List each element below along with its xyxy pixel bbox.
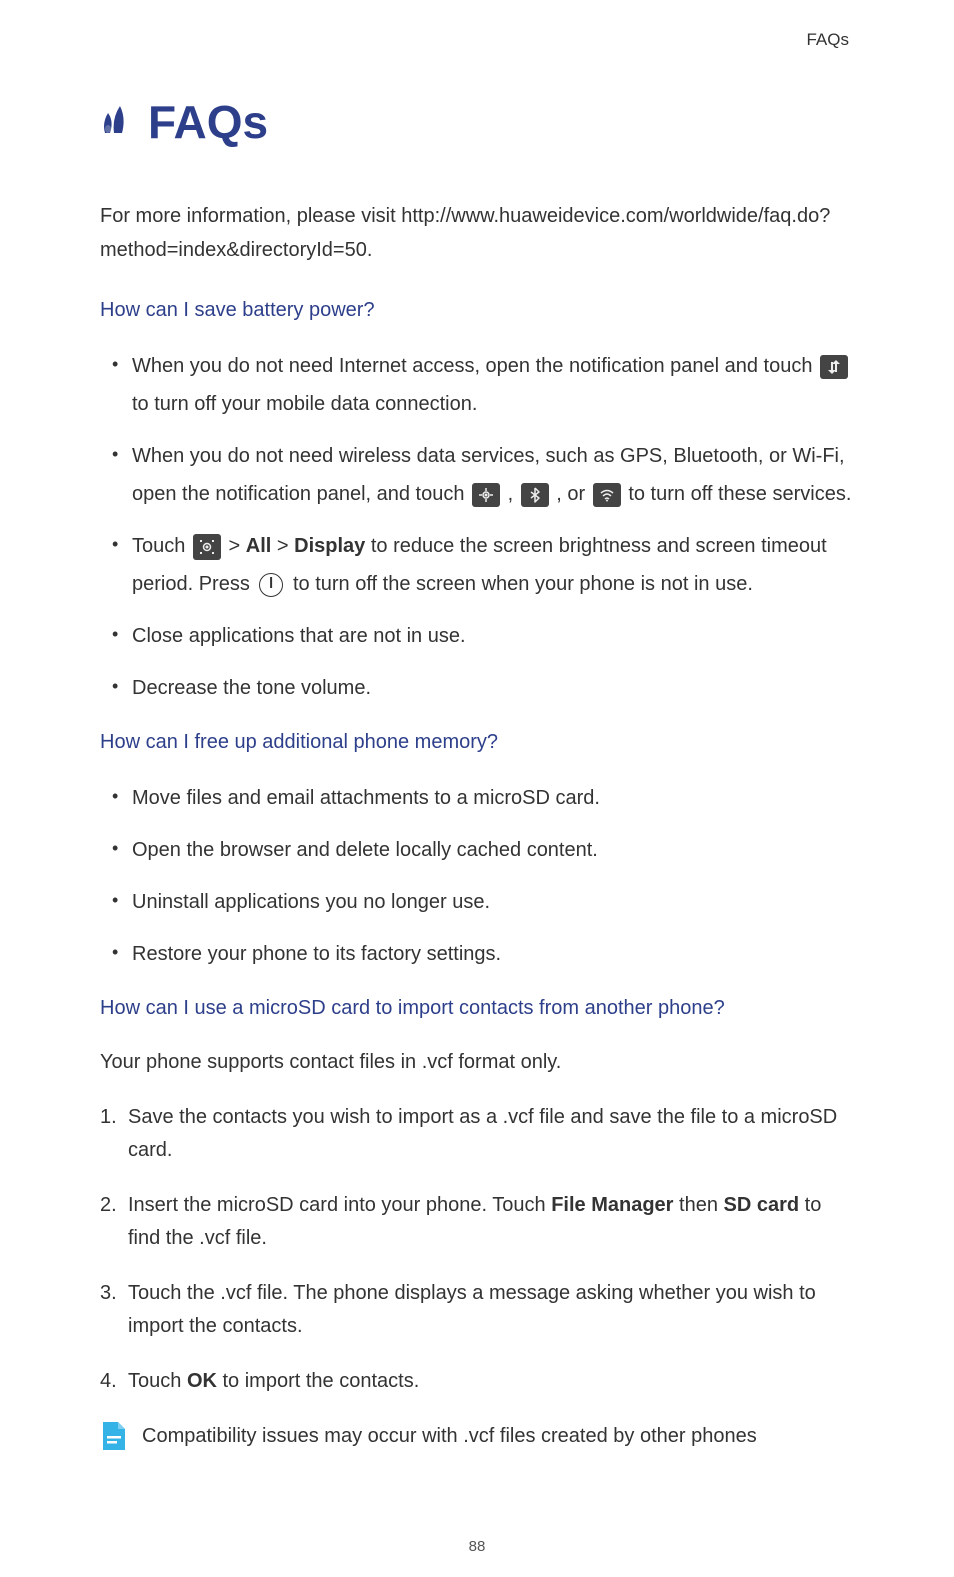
note-row: Compatibility issues may occur with .vcf… <box>100 1420 859 1452</box>
settings-icon <box>193 534 221 560</box>
huawei-petal-icon <box>100 103 136 142</box>
bold-file-manager: File Manager <box>551 1194 673 1216</box>
text-fragment: to turn off the screen when your phone i… <box>293 573 753 595</box>
question-import-contacts: How can I use a microSD card to import c… <box>100 993 859 1023</box>
text-fragment: Insert the microSD card into your phone.… <box>128 1194 551 1216</box>
list-item: When you do not need wireless data servi… <box>112 437 859 513</box>
note-document-icon <box>100 1420 128 1452</box>
bold-display: Display <box>294 535 365 557</box>
bold-ok: OK <box>187 1370 217 1392</box>
wifi-icon <box>593 483 621 507</box>
text-fragment: Touch the .vcf file. The phone displays … <box>128 1282 816 1337</box>
intro-paragraph: For more information, please visit http:… <box>100 199 859 267</box>
list-item: Decrease the tone volume. <box>112 669 859 707</box>
list-item: Restore your phone to its factory settin… <box>112 935 859 973</box>
list-item: Uninstall applications you no longer use… <box>112 883 859 921</box>
text-fragment: > <box>277 535 294 557</box>
page-number: 88 <box>0 1538 954 1555</box>
text-fragment: to import the contacts. <box>223 1370 420 1392</box>
battery-tips-list: When you do not need Internet access, op… <box>100 347 859 707</box>
list-item: 2. Insert the microSD card into your pho… <box>100 1189 859 1255</box>
text-fragment: > <box>229 535 246 557</box>
text-fragment: Touch <box>132 535 191 557</box>
text-fragment: Touch <box>128 1370 187 1392</box>
memory-tips-list: Move files and email attachments to a mi… <box>100 779 859 973</box>
list-item: Open the browser and delete locally cach… <box>112 831 859 869</box>
bold-all: All <box>246 535 272 557</box>
text-fragment: to turn off your mobile data connection. <box>132 393 477 415</box>
text-fragment: to turn off these services. <box>628 483 851 505</box>
step-number: 2. <box>100 1189 117 1222</box>
bluetooth-icon <box>521 483 549 507</box>
question-memory: How can I free up additional phone memor… <box>100 727 859 757</box>
list-item: When you do not need Internet access, op… <box>112 347 859 423</box>
header-section-label: FAQs <box>100 30 859 50</box>
title-row: FAQs <box>100 95 859 149</box>
note-text: Compatibility issues may occur with .vcf… <box>142 1420 757 1452</box>
list-item: Touch > All > Display to reduce the scre… <box>112 527 859 603</box>
question-battery: How can I save battery power? <box>100 295 859 325</box>
text-fragment: , <box>508 483 519 505</box>
contacts-intro: Your phone supports contact files in .vc… <box>100 1045 859 1079</box>
gps-icon <box>472 483 500 507</box>
step-number: 4. <box>100 1365 117 1398</box>
page-content: FAQs FAQs For more information, please v… <box>0 0 954 1482</box>
step-number: 1. <box>100 1101 117 1134</box>
list-item: 1. Save the contacts you wish to import … <box>100 1101 859 1167</box>
list-item: Move files and email attachments to a mi… <box>112 779 859 817</box>
page-title: FAQs <box>148 95 268 149</box>
text-fragment: Save the contacts you wish to import as … <box>128 1106 837 1161</box>
list-item: Close applications that are not in use. <box>112 617 859 655</box>
text-fragment: When you do not need Internet access, op… <box>132 355 818 377</box>
text-fragment: , or <box>556 483 590 505</box>
step-number: 3. <box>100 1277 117 1310</box>
import-steps-list: 1. Save the contacts you wish to import … <box>100 1101 859 1398</box>
bold-sd-card: SD card <box>724 1194 800 1216</box>
list-item: 4. Touch OK to import the contacts. <box>100 1365 859 1398</box>
mobile-data-icon <box>820 355 848 379</box>
power-button-icon <box>259 573 283 597</box>
text-fragment: then <box>679 1194 723 1216</box>
list-item: 3. Touch the .vcf file. The phone displa… <box>100 1277 859 1343</box>
